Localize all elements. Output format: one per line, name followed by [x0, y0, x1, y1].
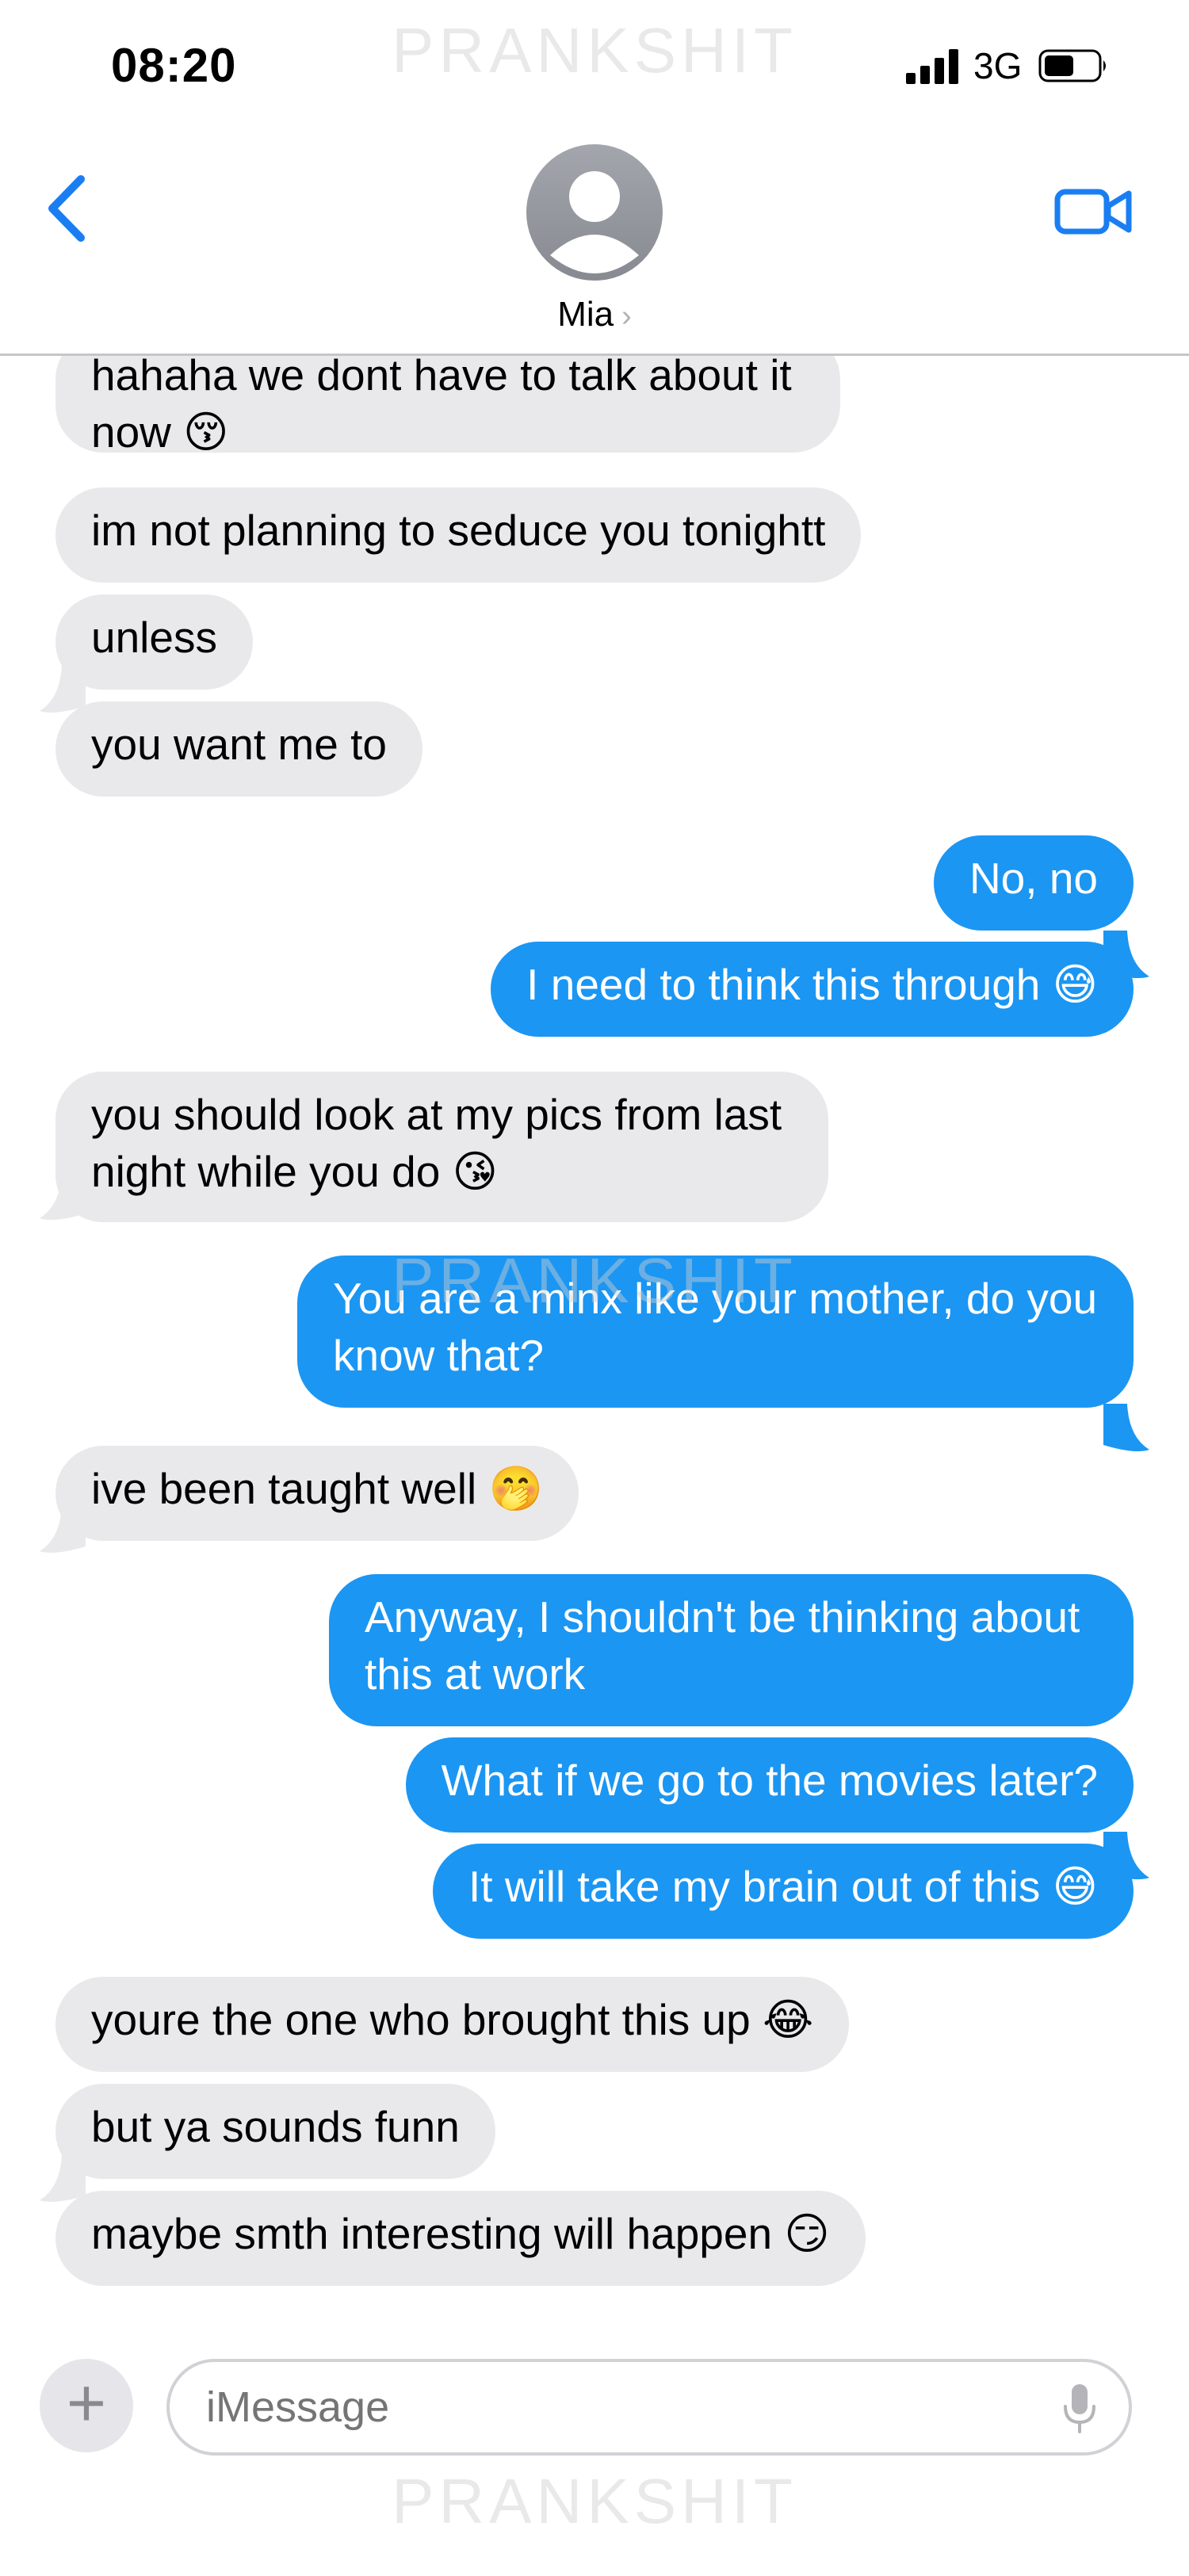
conversation-header: Mia › [0, 127, 1189, 356]
message-composer: + [0, 2330, 1189, 2457]
message-received[interactable]: but ya sounds funn [55, 2084, 495, 2179]
chevron-right-icon: › [621, 300, 632, 333]
message-sent[interactable]: No, no [933, 835, 1134, 931]
contact-name-label: Mia [557, 295, 614, 334]
message-received[interactable]: maybe smth interesting will happen 😏 [55, 2191, 866, 2286]
network-type: 3G [973, 45, 1023, 86]
bubble-tail [40, 2154, 86, 2202]
status-time: 08:20 [111, 39, 237, 92]
bubble-tail [40, 665, 86, 713]
microphone-icon[interactable] [1062, 2383, 1097, 2435]
imessage-input[interactable] [166, 2359, 1132, 2456]
video-camera-icon[interactable] [1054, 176, 1134, 247]
status-bar: 08:20 3G [0, 0, 1189, 127]
watermark-bottom: PRANKSHIT [392, 2466, 797, 2536]
message-list[interactable]: hahaha we dont have to talk about it now… [0, 356, 1189, 2314]
message-received[interactable]: im not planning to seduce you tonightt [55, 487, 862, 583]
message-received[interactable]: you want me to [55, 701, 422, 797]
battery-icon [1038, 49, 1106, 82]
message-sent[interactable]: It will take my brain out of this 😅 [432, 1844, 1134, 1939]
signal-strength-icon [906, 49, 958, 84]
contact-name[interactable]: Mia › [476, 295, 713, 334]
message-received[interactable]: youre the one who brought this up 😂 [55, 1977, 850, 2072]
message-sent[interactable]: You are a minx like your mother, do you … [297, 1256, 1134, 1408]
contact-avatar[interactable] [526, 144, 663, 281]
message-received[interactable]: you should look at my pics from last nig… [55, 1072, 828, 1222]
message-received[interactable]: hahaha we dont have to talk about it now… [55, 356, 840, 457]
message-received[interactable]: ive been taught well 🤭 [55, 1446, 579, 1541]
plus-icon[interactable]: + [40, 2359, 133, 2452]
bubble-tail [1103, 1404, 1149, 1451]
chevron-left-icon[interactable] [41, 173, 97, 244]
message-sent[interactable]: Anyway, I shouldn't be thinking about th… [329, 1574, 1134, 1726]
message-sent[interactable]: I need to think this through 😅 [491, 942, 1134, 1037]
message-sent[interactable]: What if we go to the movies later? [405, 1737, 1134, 1833]
